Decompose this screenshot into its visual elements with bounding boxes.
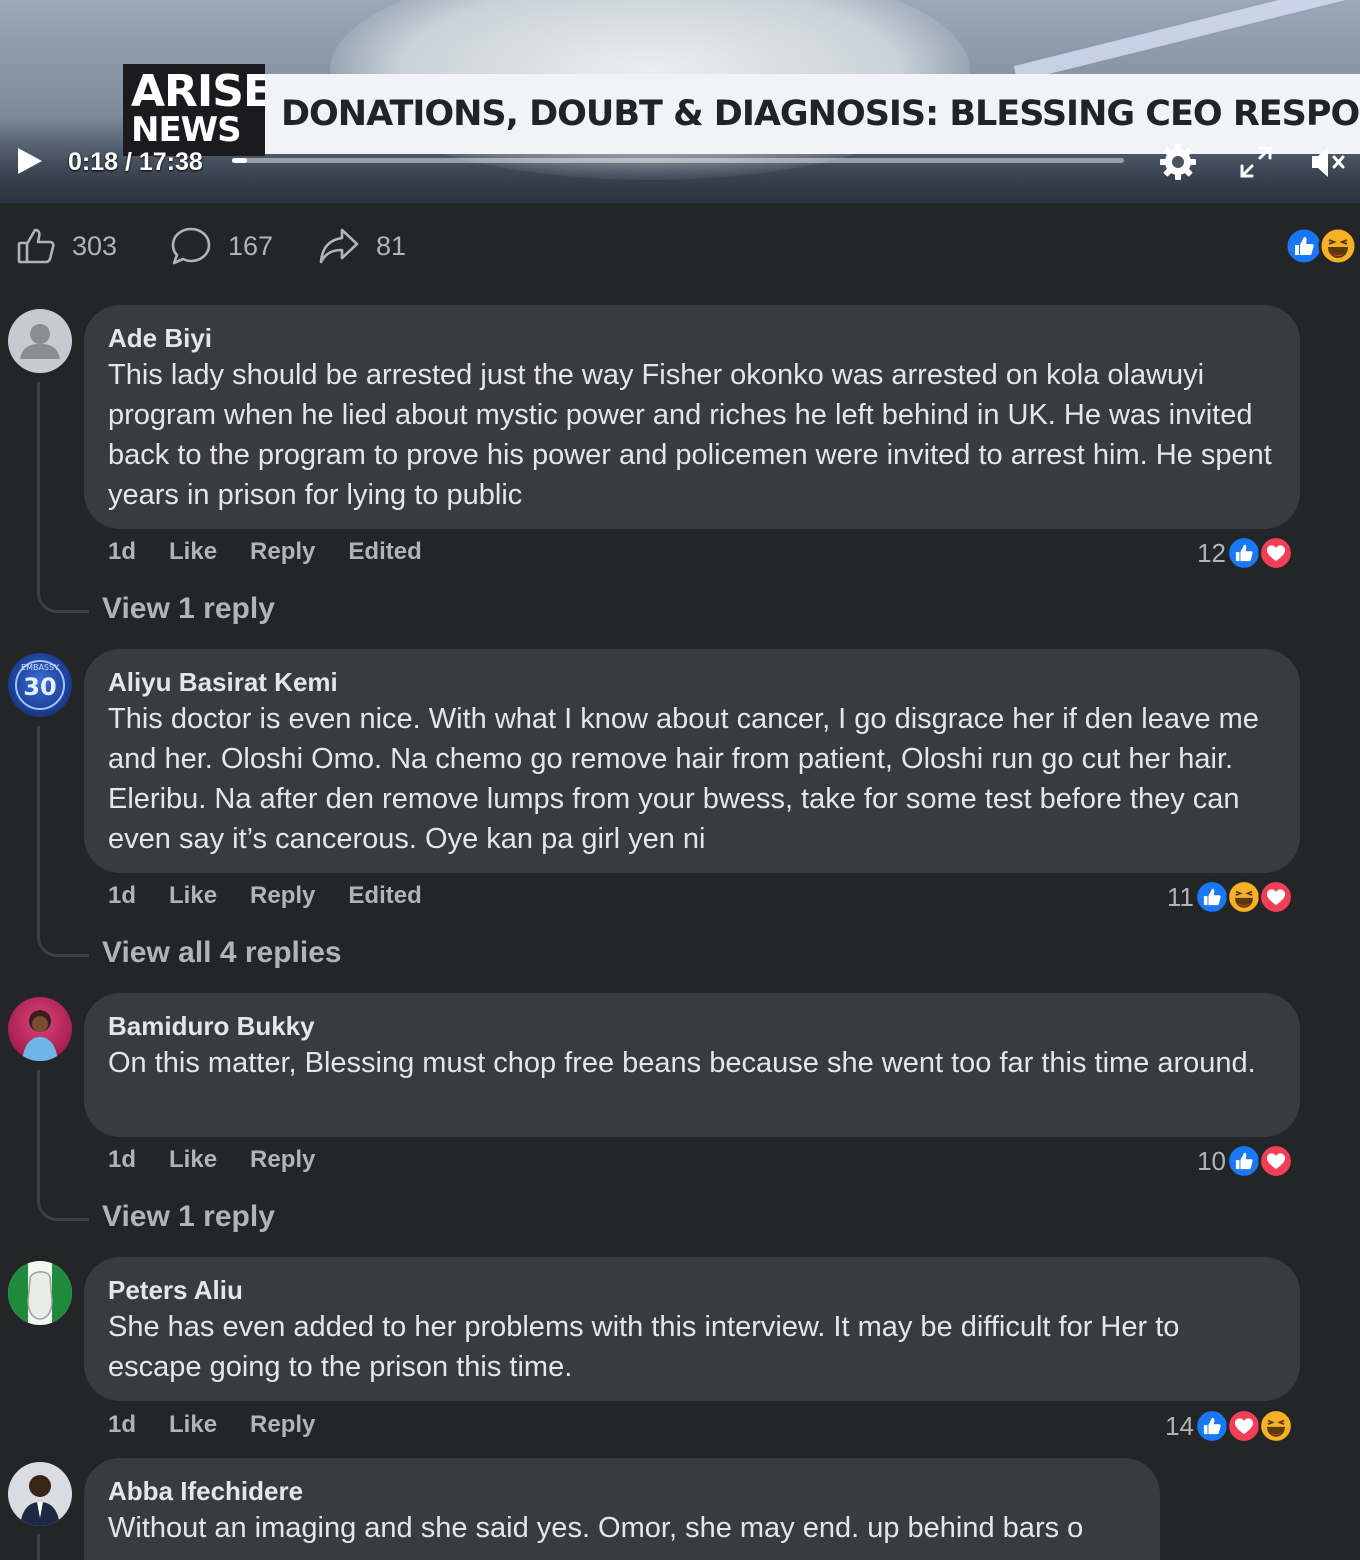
like-stat[interactable]: 303	[16, 226, 117, 266]
comment-reactions[interactable]: 14	[1165, 1408, 1294, 1444]
avatar[interactable]: 30 EMBASSY	[8, 653, 72, 717]
share-icon	[319, 228, 359, 264]
thread-connector	[37, 1193, 89, 1221]
comment-author[interactable]: Aliyu Basirat Kemi	[108, 665, 1276, 699]
reply-button[interactable]: Reply	[250, 538, 315, 566]
comment-time[interactable]: 1d	[108, 882, 136, 910]
video-controls: 0:18 / 17:38	[0, 138, 1360, 184]
thread-connector	[37, 929, 89, 957]
thread-line	[37, 382, 40, 587]
thread-line	[37, 726, 40, 931]
haha-reaction-icon	[1318, 226, 1358, 266]
comment-author[interactable]: Abba Ifechidere	[108, 1474, 1136, 1508]
comment-author[interactable]: Ade Biyi	[108, 321, 1276, 355]
comment-actions: 1d Like Reply Edited	[108, 538, 455, 566]
thumbs-up-icon	[17, 228, 55, 264]
comment-time[interactable]: 1d	[108, 1411, 136, 1439]
comment-text: On this matter, Blessing must chop free …	[108, 1047, 1256, 1079]
like-reaction-icon	[1226, 1143, 1262, 1179]
comment-time[interactable]: 1d	[108, 1146, 136, 1174]
comment-text: She has even added to her problems with …	[108, 1311, 1180, 1383]
comment-bubble: Ade Biyi This lady should be arrested ju…	[84, 305, 1300, 529]
comment-bubble: Peters Aliu She has even added to her pr…	[84, 1257, 1300, 1401]
thread-line	[37, 1070, 40, 1195]
avatar-badge-art: 30 EMBASSY	[15, 660, 65, 710]
default-avatar-icon	[20, 324, 60, 359]
reaction-count: 10	[1197, 1145, 1226, 1176]
comment-text: This doctor is even nice. With what I kn…	[108, 703, 1259, 855]
reply-button[interactable]: Reply	[250, 882, 315, 910]
video-time: 0:18 / 17:38	[68, 148, 203, 176]
reaction-count: 11	[1167, 881, 1194, 912]
video-progress-fill	[232, 158, 248, 163]
mute-icon[interactable]	[1308, 142, 1348, 182]
reply-button[interactable]: Reply	[250, 1411, 315, 1439]
comment-author[interactable]: Bamiduro Bukky	[108, 1009, 1276, 1043]
comment-text: Without an imaging and she said yes. Omo…	[108, 1512, 1084, 1544]
comment-time[interactable]: 1d	[108, 538, 136, 566]
comment-icon	[171, 227, 211, 265]
like-button[interactable]: Like	[169, 882, 217, 910]
thread-line	[37, 1534, 40, 1560]
share-stat[interactable]: 81	[318, 226, 406, 266]
avatar-photo	[22, 1010, 58, 1061]
fullscreen-icon[interactable]	[1236, 142, 1276, 182]
love-reaction-icon	[1258, 535, 1294, 571]
comment-text: This lady should be arrested just the wa…	[108, 359, 1272, 511]
comment-count: 167	[228, 230, 274, 261]
play-icon[interactable]	[16, 146, 44, 176]
gear-icon[interactable]	[1158, 142, 1198, 182]
comment-bubble: Aliyu Basirat Kemi This doctor is even n…	[84, 649, 1300, 873]
haha-reaction-icon	[1258, 1408, 1294, 1444]
thread-connector	[37, 585, 89, 613]
view-replies-link[interactable]: View 1 reply	[102, 1200, 275, 1234]
comment-stat[interactable]: 167	[170, 226, 273, 266]
reaction-count: 14	[1165, 1410, 1194, 1441]
edited-label[interactable]: Edited	[348, 882, 421, 910]
comment-actions: 1d Like Reply	[108, 1411, 348, 1439]
comment-author[interactable]: Peters Aliu	[108, 1273, 1276, 1307]
like-button[interactable]: Like	[169, 1146, 217, 1174]
share-count: 81	[376, 230, 407, 261]
haha-reaction-icon	[1226, 879, 1262, 915]
like-reaction-icon	[1226, 535, 1262, 571]
avatar-photo	[8, 1261, 72, 1325]
comment-bubble: Abba Ifechidere Without an imaging and s…	[84, 1458, 1160, 1560]
avatar-photo	[20, 1475, 60, 1526]
post-stats-bar: 303 167 81	[0, 222, 1360, 270]
like-reaction-icon	[1194, 1408, 1230, 1444]
reaction-count: 12	[1197, 537, 1226, 568]
comment-actions: 1d Like Reply	[108, 1146, 348, 1174]
svg-text:EMBASSY: EMBASSY	[21, 663, 59, 672]
edited-label[interactable]: Edited	[348, 538, 421, 566]
like-button[interactable]: Like	[169, 1411, 217, 1439]
love-reaction-icon	[1258, 1143, 1294, 1179]
like-button[interactable]: Like	[169, 538, 217, 566]
video-progress-bar[interactable]	[232, 158, 1124, 163]
video-player[interactable]: ARISE NEWS DONATIONS, DOUBT & DIAGNOSIS:…	[0, 0, 1360, 203]
avatar[interactable]	[8, 1261, 72, 1325]
avatar[interactable]	[8, 997, 72, 1061]
comment-actions: 1d Like Reply Edited	[108, 882, 455, 910]
love-reaction-icon	[1226, 1408, 1262, 1444]
love-reaction-icon	[1258, 879, 1294, 915]
post-reactions[interactable]	[1284, 226, 1358, 266]
view-replies-link[interactable]: View 1 reply	[102, 592, 275, 626]
like-count: 303	[72, 230, 118, 261]
video-frame-light	[1013, 0, 1360, 82]
reply-button[interactable]: Reply	[250, 1146, 315, 1174]
comment-reactions[interactable]: 11	[1167, 879, 1294, 915]
comment-reactions[interactable]: 10	[1197, 1143, 1294, 1179]
comment-bubble: Bamiduro Bukky On this matter, Blessing …	[84, 993, 1300, 1137]
avatar[interactable]	[8, 1462, 72, 1526]
avatar[interactable]	[8, 309, 72, 373]
comment-reactions[interactable]: 12	[1197, 535, 1294, 571]
like-reaction-icon	[1194, 879, 1230, 915]
view-replies-link[interactable]: View all 4 replies	[102, 936, 342, 970]
svg-text:30: 30	[23, 673, 56, 701]
